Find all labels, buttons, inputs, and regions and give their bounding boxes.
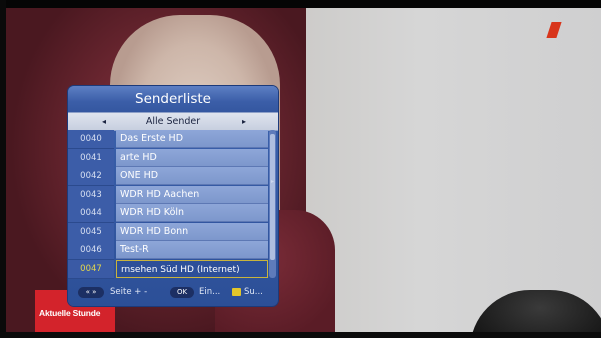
- channel-name: WDR HD Köln: [116, 204, 268, 222]
- channel-name: ONE HD: [116, 167, 268, 185]
- osd-title: Senderliste: [68, 86, 278, 112]
- channel-number: 0042: [68, 167, 114, 186]
- scrollbar-thumb[interactable]: [270, 134, 275, 260]
- channel-row[interactable]: 0046 Test-R: [68, 241, 268, 260]
- screen-bezel-top: [0, 0, 601, 8]
- channel-filter-selector[interactable]: ◂ Alle Sender ▸: [68, 112, 278, 131]
- channel-row[interactable]: 0044 WDR HD Köln: [68, 204, 268, 223]
- channel-filter-label: Alle Sender: [145, 116, 201, 127]
- channel-name: rnsehen Süd HD (Internet): [116, 260, 268, 278]
- channel-row-selected[interactable]: 0047 rnsehen Süd HD (Internet): [68, 260, 268, 279]
- background-object: [470, 290, 601, 338]
- channel-list: 0040 Das Erste HD 0041 arte HD 0042 ONE …: [68, 130, 268, 279]
- channel-name: arte HD: [116, 149, 268, 167]
- channel-row[interactable]: 0040 Das Erste HD: [68, 130, 268, 149]
- channel-list-scrollbar[interactable]: [269, 130, 276, 278]
- ok-hint: Ein...: [199, 287, 221, 297]
- channel-row[interactable]: 0043 WDR HD Aachen: [68, 186, 268, 205]
- ok-key-icon: OK: [170, 287, 194, 298]
- next-filter-arrow-icon[interactable]: ▸: [242, 113, 246, 130]
- channel-number: 0045: [68, 223, 114, 242]
- channel-number: 0044: [68, 204, 114, 223]
- channel-name: WDR HD Aachen: [116, 186, 268, 204]
- channel-list-osd: Senderliste ◂ Alle Sender ▸ 0040 Das Ers…: [68, 86, 278, 306]
- news-badge-label: Aktuelle Stunde: [39, 308, 101, 318]
- channel-number: 0047: [68, 260, 114, 279]
- scroll-indicator-icon: ▸: [270, 178, 274, 185]
- channel-logo-icon: [546, 22, 562, 38]
- page-hint: Seite + -: [110, 287, 148, 297]
- channel-name: Test-R: [116, 241, 268, 259]
- channel-number: 0040: [68, 130, 114, 149]
- channel-number: 0041: [68, 149, 114, 168]
- channel-number: 0046: [68, 241, 114, 260]
- channel-row[interactable]: 0042 ONE HD: [68, 167, 268, 186]
- yellow-key-hint: Su...: [244, 287, 263, 297]
- yellow-key-icon: [232, 288, 241, 296]
- screen-bezel-bottom: [0, 332, 601, 338]
- osd-footer-legend: « » Seite + - OK Ein... Su...: [68, 282, 278, 302]
- channel-row[interactable]: 0045 WDR HD Bonn: [68, 223, 268, 242]
- channel-row[interactable]: 0041 arte HD: [68, 149, 268, 168]
- page-keys-icon: « »: [78, 287, 104, 298]
- channel-number: 0043: [68, 186, 114, 205]
- screen-bezel-left: [0, 0, 6, 338]
- channel-name: WDR HD Bonn: [116, 223, 268, 241]
- channel-name: Das Erste HD: [116, 130, 268, 148]
